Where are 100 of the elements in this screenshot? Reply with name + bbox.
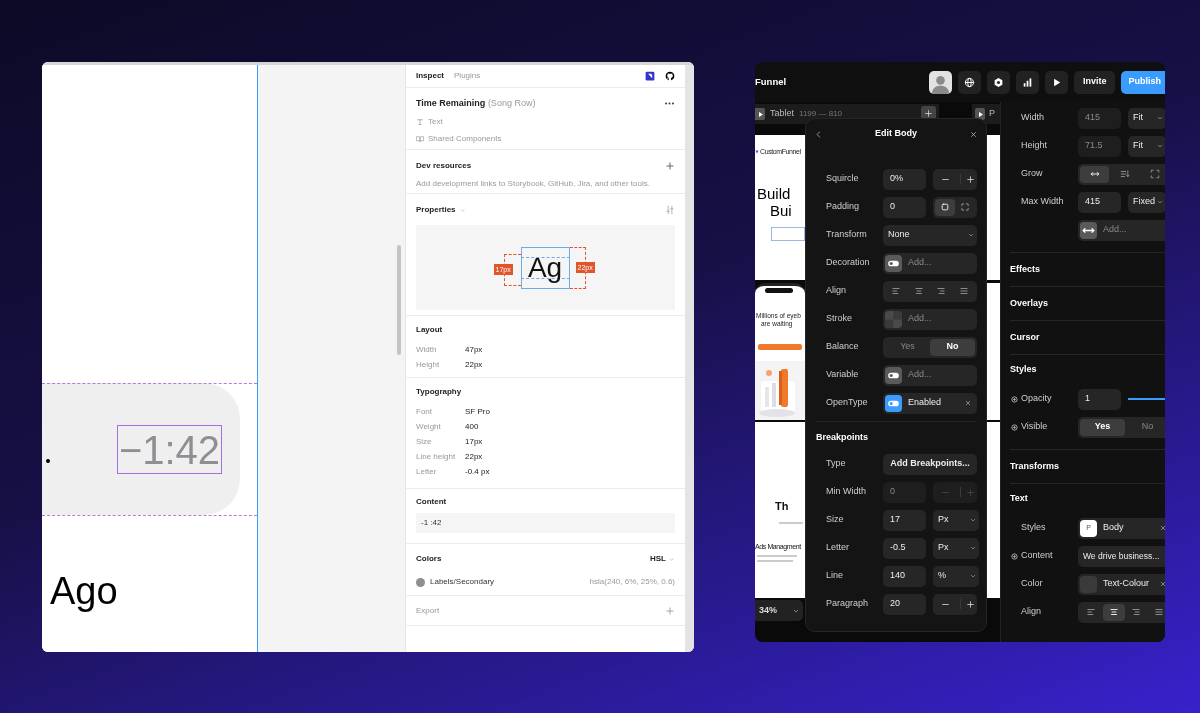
dropdown[interactable]: None	[883, 224, 977, 246]
avatar[interactable]	[928, 70, 952, 94]
number-field[interactable]: 0	[883, 196, 926, 218]
chevron-down-icon	[1156, 114, 1164, 122]
align-center-button[interactable]	[1102, 603, 1125, 621]
field-label: OpenType	[826, 396, 869, 410]
add-variable-icon[interactable]	[1011, 423, 1018, 431]
add-variable-icon[interactable]	[1011, 395, 1018, 403]
chevron-down-icon	[967, 231, 975, 239]
field-label: Color	[1021, 577, 1044, 591]
number-field[interactable]: -0.5	[883, 537, 926, 559]
align-right-icon	[936, 286, 947, 296]
close-icon[interactable]	[964, 399, 972, 407]
layer-meta: Text	[428, 115, 443, 128]
globe-icon	[963, 76, 975, 88]
number-field[interactable]: 0%	[883, 168, 926, 190]
zoom-dropdown[interactable]: 34%	[755, 600, 803, 621]
globe-button[interactable]	[957, 70, 981, 94]
plus-icon[interactable]	[665, 161, 675, 171]
align-justify-icon	[959, 286, 970, 296]
section-title: Cursor	[1009, 330, 1041, 344]
add-variable-icon[interactable]	[1011, 552, 1018, 560]
layer-title: Time Remaining (Song Row)	[416, 97, 536, 110]
page-headline: Build	[757, 185, 791, 202]
color-name: Labels/Secondary	[430, 576, 495, 588]
chevron-down-icon	[668, 555, 675, 563]
back-icon[interactable]	[814, 129, 823, 139]
number-field[interactable]: 140	[883, 565, 926, 587]
section-title: Layout	[416, 324, 444, 336]
square-button[interactable]	[935, 198, 955, 216]
time-remaining-text: −1:42	[117, 425, 222, 474]
plus-icon	[924, 109, 933, 118]
toggle-icon[interactable]	[885, 394, 902, 412]
project-title: Funnel	[755, 74, 787, 89]
align-justify-icon	[1154, 607, 1165, 617]
horizontal-arrows-button[interactable]	[1080, 165, 1110, 183]
segment-option[interactable]: Yes	[1080, 418, 1125, 436]
number-field[interactable]: 415	[1078, 191, 1121, 213]
segment-option[interactable]: Yes	[885, 338, 930, 356]
field-label: Height	[1021, 139, 1048, 153]
align-right-icon	[1131, 607, 1142, 617]
book-icon	[416, 134, 424, 143]
close-icon[interactable]	[1159, 580, 1165, 588]
text-field[interactable]: We drive business...	[1078, 545, 1165, 567]
section-title: Content	[416, 496, 448, 508]
add-field[interactable]: Add...	[883, 308, 977, 330]
field-label: Squircle	[826, 172, 860, 186]
chip-text: Enabled	[908, 396, 943, 410]
page-headline: Bui	[770, 202, 792, 219]
corners-icon	[1150, 169, 1161, 179]
number-field[interactable]: 1	[1078, 388, 1121, 410]
horizontal-arrows-icon	[1089, 169, 1100, 179]
spec-label: Font	[416, 405, 433, 418]
field-label: Balance	[826, 340, 860, 354]
field-label: Transform	[826, 228, 868, 242]
add-field[interactable]: Add...	[883, 252, 977, 274]
unit-dropdown[interactable]: %	[933, 565, 979, 587]
spec-value: 47px	[465, 343, 483, 356]
chevron-down-icon	[969, 516, 977, 524]
invite-button[interactable]: Invite	[1073, 70, 1116, 94]
chip[interactable]: Enabled	[883, 392, 977, 414]
sample-text: Ag	[520, 246, 570, 289]
chip-text: Body	[1103, 521, 1125, 535]
scrollbar[interactable]	[397, 245, 401, 355]
segment-option[interactable]: No	[1125, 418, 1165, 436]
color-value: hsla(240, 6%, 25%, 0.6)	[589, 576, 675, 588]
field-label: Opacity	[1021, 392, 1053, 406]
spec-label: Weight	[416, 420, 442, 433]
field-label: Line	[826, 569, 844, 583]
field-label: Size	[826, 513, 845, 527]
chip[interactable]: Text-Colour	[1078, 573, 1165, 595]
add-field[interactable]: Add...	[1078, 219, 1165, 241]
play-button[interactable]	[1044, 70, 1068, 94]
segment-option[interactable]: No	[930, 338, 975, 356]
bar-chart-button[interactable]	[1015, 70, 1039, 94]
sliders-icon[interactable]	[665, 205, 675, 215]
unit-dropdown[interactable]: Px	[933, 537, 979, 559]
close-icon[interactable]	[1159, 524, 1165, 532]
format-dropdown[interactable]: HSL	[650, 553, 675, 565]
play-icon	[756, 110, 764, 118]
unit-dropdown[interactable]: Fixed	[1128, 191, 1165, 213]
github-icon[interactable]	[665, 71, 675, 81]
page-heading: Th	[775, 499, 789, 514]
text-placeholder-line	[757, 555, 797, 557]
spec-value: 400	[465, 420, 479, 433]
chevron-down-icon	[1156, 142, 1164, 150]
add-field[interactable]: Add...	[883, 364, 977, 386]
number-field[interactable]: 17	[883, 509, 926, 531]
align-left-icon	[1085, 607, 1096, 617]
add-breakpoints-button[interactable]: Add Breakpoints...	[883, 453, 977, 475]
frame-tab[interactable]: P	[972, 104, 1000, 124]
unit-dropdown[interactable]: Px	[933, 509, 979, 531]
wrap-icon	[1120, 169, 1130, 179]
spec-label: Line height	[416, 450, 457, 463]
spec-label: Letter	[416, 465, 438, 478]
tab[interactable]: Inspect	[416, 70, 444, 82]
hexagon-button[interactable]	[986, 70, 1010, 94]
number-field[interactable]: 20	[883, 593, 926, 615]
plugin-icon[interactable]	[645, 71, 655, 81]
close-icon[interactable]	[969, 129, 978, 139]
